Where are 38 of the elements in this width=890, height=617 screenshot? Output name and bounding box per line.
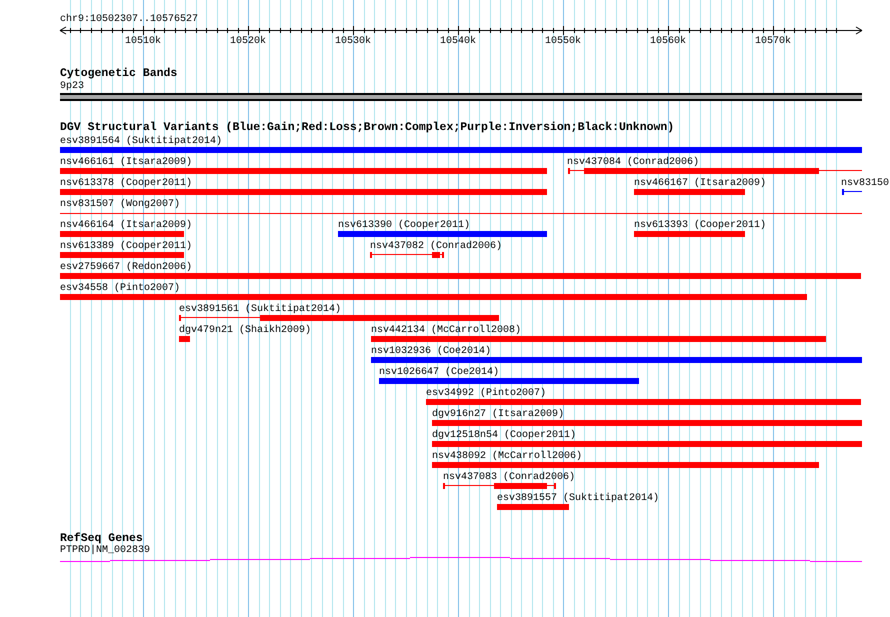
variant-label[interactable]: nsv613390 (Cooper2011) bbox=[338, 220, 470, 231]
tick-label: 10540k bbox=[440, 36, 476, 47]
location-label: chr9:10502307..10576527 bbox=[60, 14, 198, 25]
variant-label[interactable]: nsv466167 (Itsara2009) bbox=[634, 178, 766, 189]
variant-label[interactable]: esv3891561 (Suktitipat2014) bbox=[179, 304, 342, 315]
variant-label[interactable]: nsv1032936 (Coe2014) bbox=[371, 346, 492, 357]
variant-label[interactable]: nsv442134 (McCarroll2008) bbox=[371, 325, 522, 336]
variant-label[interactable]: nsv437082 (Conrad2006) bbox=[370, 241, 502, 252]
variant-label[interactable]: nsv831507 (Wong2007) bbox=[60, 199, 180, 210]
variant-label[interactable]: nsv613378 (Cooper2011) bbox=[60, 178, 192, 189]
variant-label[interactable]: nsv83150 bbox=[841, 178, 890, 189]
variant-label[interactable]: nsv466161 (Itsara2009) bbox=[60, 157, 192, 168]
variant-label[interactable]: nsv437084 (Conrad2006) bbox=[567, 157, 700, 168]
tick-label: 10550k bbox=[545, 36, 581, 47]
variant-label[interactable]: dgv479n21 (Shaikh2009) bbox=[179, 325, 312, 336]
variant-label[interactable]: nsv438092 (McCarroll2006) bbox=[432, 451, 582, 462]
band-label: 9p23 bbox=[60, 81, 84, 92]
tick-label: 10560k bbox=[650, 36, 686, 47]
variant-label[interactable]: esv3891557 (Suktitipat2014) bbox=[497, 493, 660, 504]
variant-label[interactable]: dgv916n27 (Itsara2009) bbox=[432, 409, 564, 420]
track-title: Cytogenetic Bands bbox=[60, 68, 178, 80]
tick-label: 10520k bbox=[230, 36, 266, 47]
tick-label: 10530k bbox=[335, 36, 371, 47]
variant-label[interactable]: nsv613389 (Cooper2011) bbox=[60, 241, 192, 252]
variant-label[interactable]: nsv466164 (Itsara2009) bbox=[60, 220, 192, 231]
variant-label[interactable]: esv2759667 (Redon2006) bbox=[60, 262, 192, 273]
variant-label[interactable]: nsv613393 (Cooper2011) bbox=[634, 220, 766, 231]
variant-label[interactable]: esv34992 (Pinto2007) bbox=[426, 388, 546, 399]
variant-label[interactable]: nsv437083 (Conrad2006) bbox=[443, 472, 576, 483]
tick-label: 10570k bbox=[755, 36, 791, 47]
track-title: DGV Structural Variants (Blue:Gain;Red:Loss;Brown:Complex;Purple:Inversion;Black:Unknown) bbox=[60, 122, 674, 134]
gene-label[interactable]: PTPRD|NM_002839 bbox=[60, 545, 150, 556]
variant-label[interactable]: dgv12518n54 (Cooper2011) bbox=[432, 430, 576, 441]
variant-label[interactable]: esv34558 (Pinto2007) bbox=[60, 283, 180, 294]
variant-label[interactable]: esv3891564 (Suktitipat2014) bbox=[60, 136, 222, 147]
track-title: RefSeq Genes bbox=[60, 533, 143, 545]
variant-label[interactable]: nsv1026647 (Coe2014) bbox=[379, 367, 500, 378]
tick-label: 10510k bbox=[125, 36, 161, 47]
